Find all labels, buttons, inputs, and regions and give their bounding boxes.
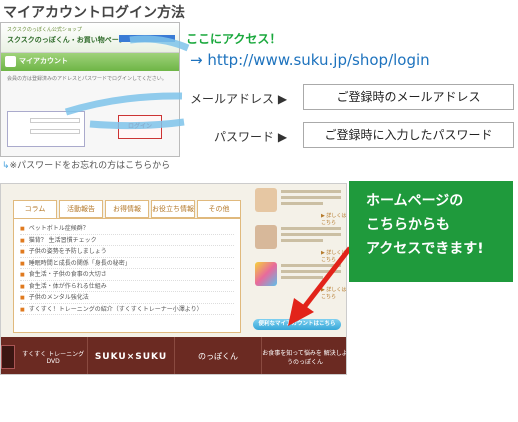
site-footer: すくすく トレーニング DVD SUKU×SUKU のっぽくん お食事を知って悩…: [1, 337, 346, 374]
instruction-graphic: マイアカウントログイン方法 スクスクのっぽくん公式ショップ スクスクのっぽくん・…: [0, 0, 518, 422]
callout-line: アクセスできます!: [366, 241, 484, 257]
side-item[interactable]: ▶ 詳しくはこちら: [251, 184, 346, 226]
tab-deals[interactable]: お得情報: [105, 200, 149, 218]
list-item[interactable]: 食生活・子供の食事の大切さ: [20, 269, 234, 281]
arrow-to-pass: [89, 118, 185, 130]
password-value-box: ご登録時に入力したパスワード: [303, 122, 514, 148]
list-item[interactable]: 睡眠時間と成長の関係「身長の秘密」: [20, 258, 234, 269]
mail-label: メールアドレス ▶: [190, 92, 288, 106]
list-item[interactable]: ペットボトル症候群？: [20, 223, 234, 235]
callout-box: ホームページの こちらからも アクセスできます!: [349, 181, 513, 282]
tab-column[interactable]: コラム: [13, 200, 57, 218]
list-item[interactable]: 子供のメンタル強化法: [20, 292, 234, 304]
list-item[interactable]: すくすく！トレーニングの紹介（すくすくトレーナー小澤より）: [20, 304, 234, 315]
article-list: ペットボトル症候群？ 猫背？ 生活習慣チェック 子供の姿勢を予防しましょう 睡眠…: [13, 218, 241, 333]
side-thumb: [255, 188, 277, 212]
mail-value-box: ご登録時のメールアドレス: [303, 84, 514, 110]
site-tab-bar: コラム 活動報告 お得情報 お役立ち情報 その他: [13, 200, 241, 218]
side-thumb: [255, 225, 277, 249]
tab-other[interactable]: その他: [197, 200, 241, 218]
footer-noppokun[interactable]: のっぽくん: [175, 337, 262, 374]
side-thumb: [255, 262, 277, 286]
arrow-to-url: [129, 35, 190, 52]
dvd-image: [1, 344, 16, 369]
access-heading: ここにアクセス！: [186, 32, 282, 46]
login-url-link[interactable]: → http://www.suku.jp/shop/login: [190, 51, 430, 69]
tab-activity[interactable]: 活動報告: [59, 200, 103, 218]
list-item[interactable]: 猫背？ 生活習慣チェック: [20, 235, 234, 246]
footer-dvd[interactable]: すくすく トレーニング DVD: [1, 337, 88, 374]
list-item[interactable]: 食生活・体が作られる仕組み: [20, 281, 234, 292]
tab-tips[interactable]: お役立ち情報: [151, 200, 195, 218]
list-item[interactable]: 子供の姿勢を予防しましょう: [20, 246, 234, 258]
footer-sukusuku[interactable]: SUKU×SUKU: [88, 337, 175, 374]
arrow-to-mail: [64, 92, 183, 116]
callout-line: ホームページの: [366, 193, 464, 209]
red-arrow-icon: [288, 246, 352, 326]
password-label: パスワード ▶: [214, 130, 288, 144]
callout-line: こちらからも: [366, 217, 450, 233]
footer-food[interactable]: お食事を知って悩みを 解決しようのっぽくん: [262, 337, 346, 374]
